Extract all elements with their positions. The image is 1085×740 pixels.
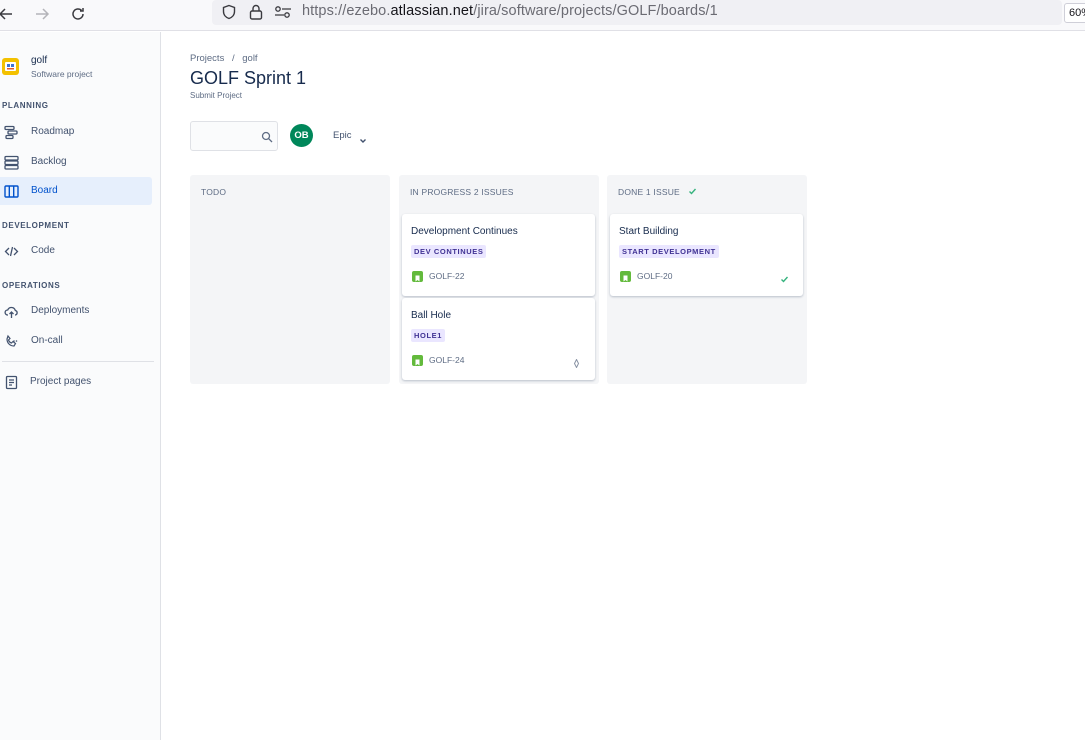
column-header: IN PROGRESS 2 ISSUES bbox=[410, 187, 514, 197]
section-planning: PLANNING bbox=[2, 101, 49, 110]
breadcrumb: Projects / golf bbox=[190, 53, 258, 64]
sidebar-item-on-call[interactable]: On-call bbox=[0, 327, 152, 355]
sidebar-item-label: On-call bbox=[31, 335, 63, 346]
breadcrumb-project[interactable]: golf bbox=[242, 53, 257, 64]
story-icon bbox=[412, 355, 423, 366]
issue-card[interactable]: Start Building START DEVELOPMENT GOLF-20 bbox=[610, 214, 803, 296]
card-title: Start Building bbox=[619, 226, 679, 237]
story-icon bbox=[620, 271, 631, 282]
issue-key[interactable]: GOLF-24 bbox=[429, 355, 464, 365]
reload-icon[interactable] bbox=[66, 2, 90, 26]
sidebar-item-label: Backlog bbox=[31, 156, 67, 167]
breadcrumb-separator: / bbox=[231, 53, 235, 64]
card-title: Ball Hole bbox=[411, 310, 452, 321]
issue-key[interactable]: GOLF-20 bbox=[637, 271, 672, 281]
issue-card[interactable]: Ball Hole HOLE1 GOLF-24 bbox=[402, 298, 595, 380]
epic-filter-button[interactable]: Epic bbox=[333, 130, 351, 141]
issue-count: 1 ISSUE bbox=[645, 187, 680, 197]
issue-count: 2 ISSUES bbox=[473, 187, 514, 197]
epic-lozenge: DEV CONTINUES bbox=[411, 245, 487, 258]
forward-icon[interactable] bbox=[30, 2, 54, 26]
avatar[interactable]: OB bbox=[290, 124, 313, 147]
sidebar-item-board[interactable]: Board bbox=[0, 177, 152, 205]
sidebar: golf Software project PLANNING Roadmap B… bbox=[0, 32, 161, 740]
board-column-in-progress: IN PROGRESS 2 ISSUES Development Continu… bbox=[399, 175, 599, 384]
section-operations: OPERATIONS bbox=[2, 281, 61, 290]
sidebar-item-roadmap[interactable]: Roadmap bbox=[0, 118, 152, 146]
lock-icon[interactable] bbox=[248, 3, 264, 21]
sidebar-divider bbox=[2, 361, 154, 362]
issue-card[interactable]: Development Continues DEV CONTINUES GOLF… bbox=[402, 214, 595, 296]
url-text: https://ezebo.atlassian.net/jira/softwar… bbox=[302, 3, 718, 19]
sidebar-item-label: Deployments bbox=[31, 305, 90, 316]
board-icon bbox=[4, 184, 19, 199]
project-avatar[interactable] bbox=[2, 58, 19, 75]
breadcrumb-projects[interactable]: Projects bbox=[190, 53, 224, 64]
section-development: DEVELOPMENT bbox=[2, 221, 70, 230]
cloud-upload-icon bbox=[4, 304, 19, 319]
sidebar-item-project-pages[interactable]: Project pages bbox=[0, 368, 152, 396]
back-icon[interactable] bbox=[0, 2, 18, 26]
search-icon bbox=[261, 130, 273, 143]
permissions-icon[interactable] bbox=[274, 5, 292, 19]
sidebar-item-code[interactable]: Code bbox=[0, 237, 152, 265]
search-input[interactable] bbox=[190, 121, 278, 151]
roadmap-icon bbox=[4, 125, 19, 140]
page-icon bbox=[4, 375, 19, 390]
card-title: Development Continues bbox=[411, 226, 518, 237]
shield-icon[interactable] bbox=[221, 4, 237, 20]
sprint-goal: Submit Project bbox=[190, 91, 243, 100]
project-type: Software project bbox=[31, 69, 93, 79]
code-icon bbox=[4, 244, 19, 259]
story-icon bbox=[412, 271, 423, 282]
column-header: TODO bbox=[201, 187, 227, 197]
check-icon bbox=[780, 271, 789, 283]
sidebar-item-label: Code bbox=[31, 245, 55, 256]
sidebar-item-label: Board bbox=[31, 185, 58, 196]
priority-icon bbox=[572, 355, 581, 369]
board-column-todo: TODO bbox=[190, 175, 390, 384]
epic-lozenge: START DEVELOPMENT bbox=[619, 245, 719, 258]
sidebar-item-label: Project pages bbox=[30, 376, 92, 387]
phone-icon bbox=[4, 334, 19, 349]
sidebar-item-backlog[interactable]: Backlog bbox=[0, 148, 152, 176]
board-column-done: DONE 1 ISSUE Start Building START DEVELO… bbox=[607, 175, 807, 384]
epic-lozenge: HOLE1 bbox=[411, 329, 446, 342]
check-icon bbox=[688, 187, 697, 196]
project-name[interactable]: golf bbox=[31, 55, 47, 66]
page-title: GOLF Sprint 1 bbox=[190, 68, 307, 88]
column-header: DONE 1 ISSUE bbox=[618, 187, 697, 197]
sidebar-item-label: Roadmap bbox=[31, 126, 75, 137]
chevron-down-icon[interactable] bbox=[359, 132, 367, 143]
backlog-icon bbox=[4, 155, 19, 170]
zoom-level-badge[interactable]: 60% bbox=[1064, 3, 1085, 23]
sidebar-item-deployments[interactable]: Deployments bbox=[0, 297, 152, 325]
browser-toolbar: https://ezebo.atlassian.net/jira/softwar… bbox=[0, 0, 1085, 31]
issue-key[interactable]: GOLF-22 bbox=[429, 271, 464, 281]
